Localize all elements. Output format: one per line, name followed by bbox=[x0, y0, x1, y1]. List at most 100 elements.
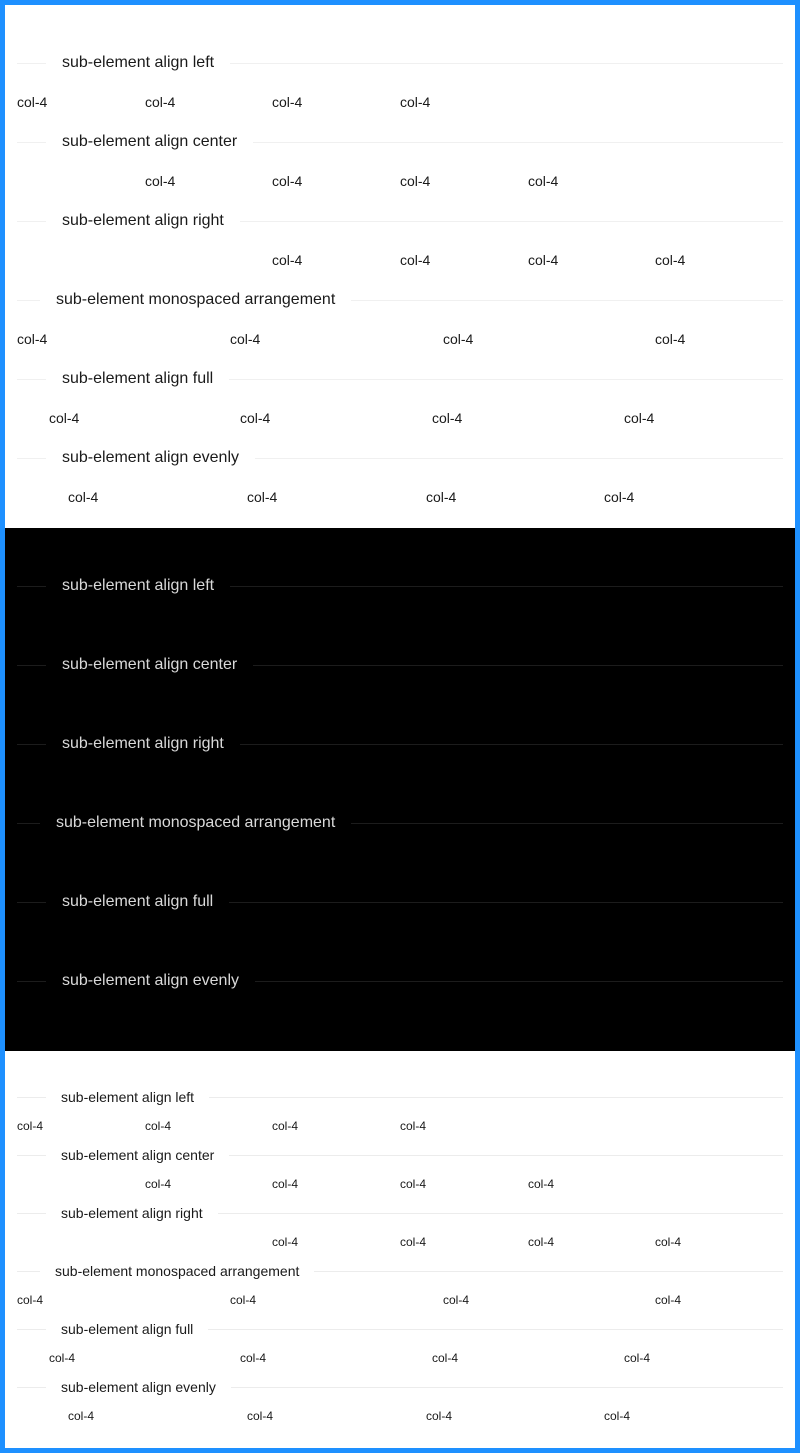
divider-monospaced: sub-element monospaced arrangement bbox=[17, 278, 783, 322]
row-align-evenly: col-4 col-4 col-4 col-4 bbox=[17, 1403, 783, 1429]
row-monospaced: col-4 col-4 col-4 col-4 bbox=[17, 322, 783, 357]
dark-demo-section: sub-element align left col-4 col-4 col-4… bbox=[5, 528, 795, 1051]
row-align-center: col-4 col-4 col-4 col-4 bbox=[17, 687, 783, 722]
col-cell: col-4 bbox=[68, 1012, 99, 1028]
col-cell: col-4 bbox=[240, 1351, 267, 1365]
row-align-evenly: col-4 col-4 col-4 col-4 bbox=[17, 480, 783, 515]
divider-title: sub-element align right bbox=[62, 735, 224, 752]
col-cell: col-4 bbox=[400, 1177, 427, 1191]
col-cell: col-4 bbox=[400, 696, 431, 712]
row-align-left: col-4 col-4 col-4 col-4 bbox=[17, 85, 783, 120]
col-cell: col-4 bbox=[655, 1293, 682, 1307]
col-cell: col-4 bbox=[272, 1177, 299, 1191]
col-cell: col-4 bbox=[400, 1235, 427, 1249]
col-cell: col-4 bbox=[49, 933, 80, 949]
col-cell: col-4 bbox=[655, 1235, 682, 1249]
col-cell: col-4 bbox=[240, 933, 271, 949]
divider-align-right: sub-element align right bbox=[17, 722, 783, 766]
col-cell: col-4 bbox=[604, 489, 635, 505]
divider-title: sub-element align center bbox=[62, 656, 238, 673]
divider-title: sub-element align center bbox=[62, 133, 238, 150]
col-cell: col-4 bbox=[68, 489, 99, 505]
col-cell: col-4 bbox=[528, 1235, 555, 1249]
col-cell: col-4 bbox=[17, 331, 48, 347]
col-cell: col-4 bbox=[145, 94, 176, 110]
col-cell: col-4 bbox=[145, 1119, 172, 1133]
divider-title: sub-element align full bbox=[62, 370, 214, 387]
col-cell: col-4 bbox=[432, 1351, 459, 1365]
col-cell: col-4 bbox=[230, 331, 261, 347]
col-cell: col-4 bbox=[432, 933, 463, 949]
col-cell: col-4 bbox=[145, 696, 176, 712]
row-align-right: col-4 col-4 col-4 col-4 bbox=[17, 1229, 783, 1255]
divider-title: sub-element align evenly bbox=[61, 1379, 216, 1395]
col-cell: col-4 bbox=[528, 775, 559, 791]
col-cell: col-4 bbox=[443, 1293, 470, 1307]
col-cell: col-4 bbox=[426, 1409, 453, 1423]
row-monospaced: col-4 col-4 col-4 col-4 bbox=[17, 1287, 783, 1313]
divider-title: sub-element align left bbox=[61, 1089, 195, 1105]
col-cell: col-4 bbox=[230, 1293, 257, 1307]
col-cell: col-4 bbox=[432, 410, 463, 426]
divider-monospaced: sub-element monospaced arrangement bbox=[17, 1255, 783, 1287]
col-cell: col-4 bbox=[230, 854, 261, 870]
divider-align-full: sub-element align full bbox=[17, 880, 783, 924]
divider-align-evenly: sub-element align evenly bbox=[17, 436, 783, 480]
divider-align-evenly: sub-element align evenly bbox=[17, 1371, 783, 1403]
divider-title: sub-element align left bbox=[62, 54, 215, 71]
light-demo-section: sub-element align left col-4 col-4 col-4… bbox=[5, 5, 795, 528]
divider-title: sub-element align right bbox=[62, 212, 224, 229]
col-cell: col-4 bbox=[624, 1351, 651, 1365]
col-cell: col-4 bbox=[240, 410, 271, 426]
divider-align-full: sub-element align full bbox=[17, 1313, 783, 1345]
col-cell: col-4 bbox=[17, 94, 48, 110]
divider-align-right: sub-element align right bbox=[17, 1197, 783, 1229]
col-cell: col-4 bbox=[655, 854, 686, 870]
row-align-full: col-4 col-4 col-4 col-4 bbox=[17, 924, 783, 959]
divider-title: sub-element align right bbox=[61, 1205, 203, 1221]
divider-title: sub-element align full bbox=[61, 1321, 194, 1337]
col-cell: col-4 bbox=[655, 331, 686, 347]
divider-title: sub-element align evenly bbox=[62, 972, 239, 989]
divider-title: sub-element align evenly bbox=[62, 449, 239, 466]
col-cell: col-4 bbox=[400, 94, 431, 110]
col-cell: col-4 bbox=[443, 854, 474, 870]
col-cell: col-4 bbox=[400, 617, 431, 633]
divider-align-center: sub-element align center bbox=[17, 1139, 783, 1171]
row-align-left: col-4 col-4 col-4 col-4 bbox=[17, 1113, 783, 1139]
col-cell: col-4 bbox=[247, 489, 278, 505]
col-cell: col-4 bbox=[68, 1409, 95, 1423]
col-cell: col-4 bbox=[604, 1409, 631, 1423]
col-cell: col-4 bbox=[145, 173, 176, 189]
divider-title: sub-element monospaced arrangement bbox=[55, 1263, 300, 1279]
divider-align-left: sub-element align left bbox=[17, 1081, 783, 1113]
divider-align-left: sub-element align left bbox=[17, 564, 783, 608]
col-cell: col-4 bbox=[400, 173, 431, 189]
col-cell: col-4 bbox=[655, 252, 686, 268]
row-align-center: col-4 col-4 col-4 col-4 bbox=[17, 164, 783, 199]
row-monospaced: col-4 col-4 col-4 col-4 bbox=[17, 845, 783, 880]
row-align-right: col-4 col-4 col-4 col-4 bbox=[17, 243, 783, 278]
divider-title: sub-element align full bbox=[62, 893, 214, 910]
col-cell: col-4 bbox=[17, 1119, 44, 1133]
divider-align-center: sub-element align center bbox=[17, 120, 783, 164]
small-demo-section: sub-element align left col-4 col-4 col-4… bbox=[5, 1051, 795, 1448]
col-cell: col-4 bbox=[272, 1235, 299, 1249]
col-cell: col-4 bbox=[247, 1409, 274, 1423]
divider-title: sub-element align left bbox=[62, 577, 215, 594]
col-cell: col-4 bbox=[528, 1177, 555, 1191]
col-cell: col-4 bbox=[400, 1119, 427, 1133]
divider-monospaced: sub-element monospaced arrangement bbox=[17, 801, 783, 845]
col-cell: col-4 bbox=[604, 1012, 635, 1028]
col-cell: col-4 bbox=[17, 617, 48, 633]
col-cell: col-4 bbox=[400, 252, 431, 268]
row-align-left: col-4 col-4 col-4 col-4 bbox=[17, 608, 783, 643]
col-cell: col-4 bbox=[49, 410, 80, 426]
col-cell: col-4 bbox=[247, 1012, 278, 1028]
row-align-center: col-4 col-4 col-4 col-4 bbox=[17, 1171, 783, 1197]
col-cell: col-4 bbox=[426, 1012, 457, 1028]
divider-title: sub-element align center bbox=[61, 1147, 215, 1163]
row-align-right: col-4 col-4 col-4 col-4 bbox=[17, 766, 783, 801]
col-cell: col-4 bbox=[443, 331, 474, 347]
col-cell: col-4 bbox=[49, 1351, 76, 1365]
